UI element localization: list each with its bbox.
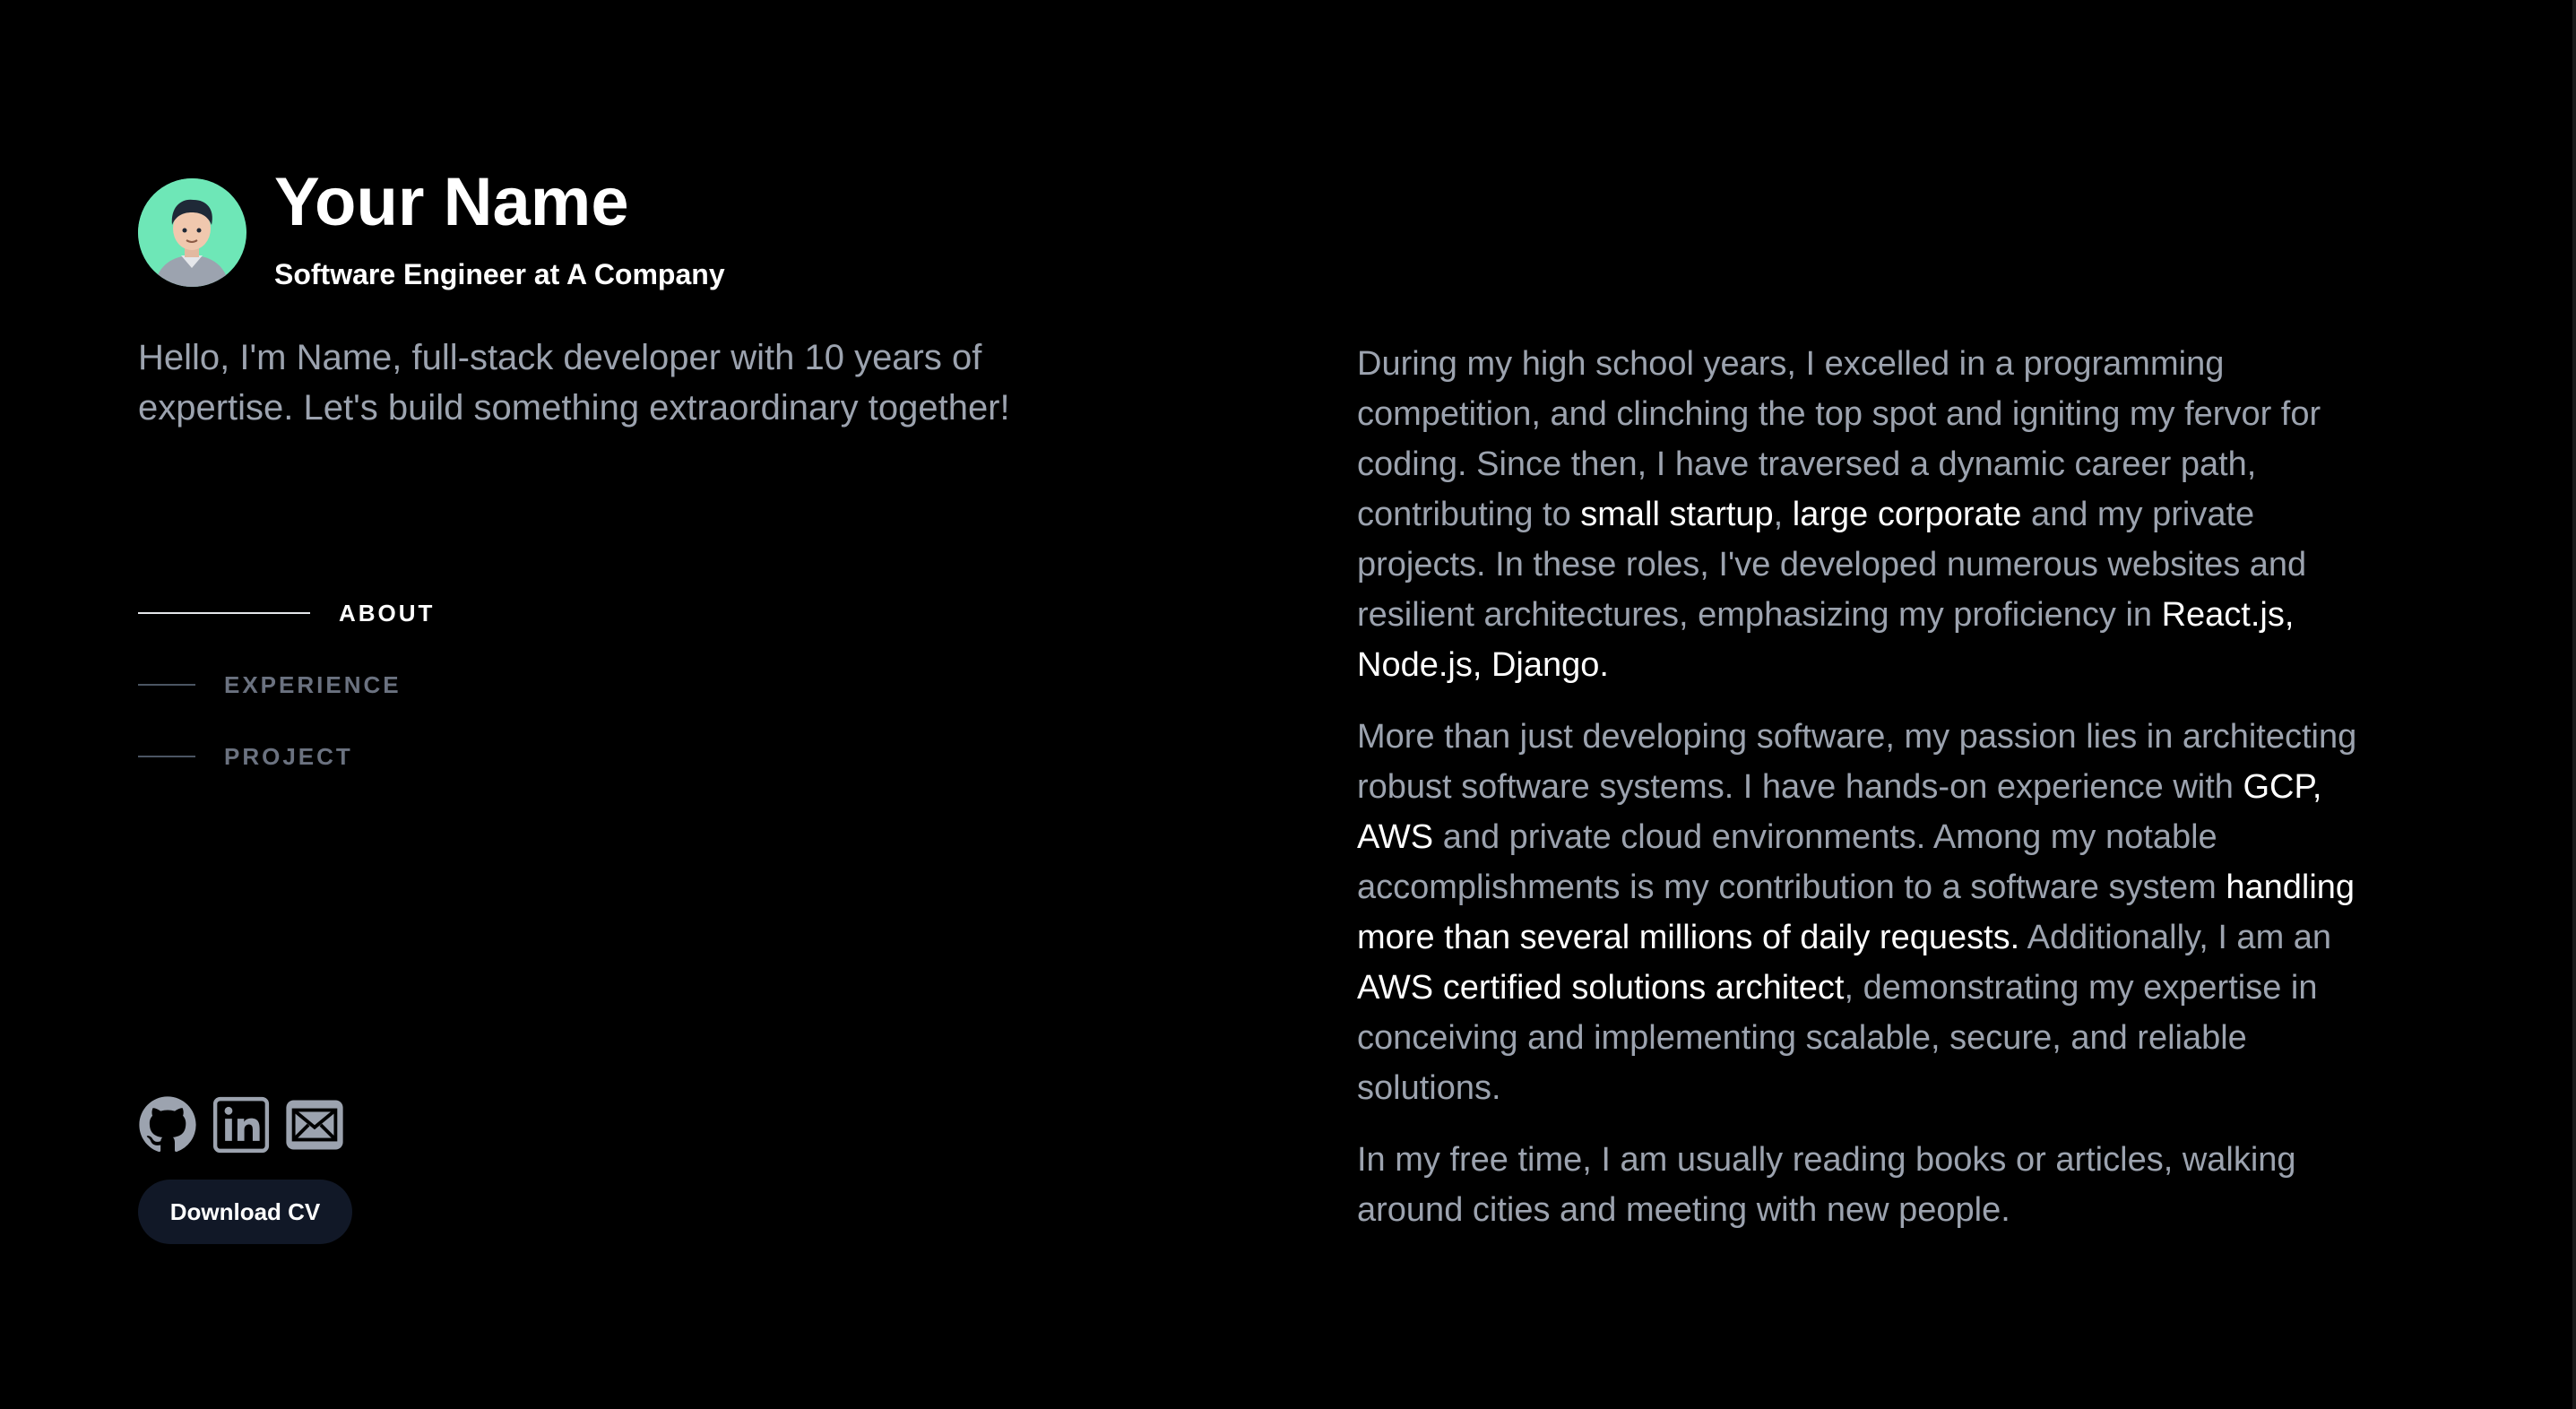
nav-item-project[interactable]: PROJECT	[138, 731, 353, 782]
about-paragraph-1: During my high school years, I excelled …	[1357, 339, 2388, 690]
profile-tagline: Hello, I'm Name, full-stack developer wi…	[138, 338, 1010, 428]
github-icon	[139, 1096, 196, 1153]
about-highlight: small startup	[1580, 496, 1774, 533]
about-paragraph-2: More than just developing software, my p…	[1357, 712, 2388, 1113]
window-edge	[2572, 0, 2576, 1409]
nav-indicator-line	[138, 612, 310, 614]
nav-item-label: EXPERIENCE	[224, 670, 402, 698]
about-section: During my high school years, I excelled …	[1357, 339, 2388, 1257]
about-text: Additionally, I am an	[2019, 919, 2332, 956]
email-icon	[286, 1100, 343, 1150]
nav-indicator-line	[138, 684, 195, 686]
download-cv-button[interactable]: Download CV	[138, 1180, 352, 1244]
avatar	[138, 178, 246, 287]
nav-indicator-line	[138, 756, 195, 757]
about-text: ,	[1773, 496, 1793, 533]
social-links	[138, 1095, 344, 1154]
nav-item-label: PROJECT	[224, 742, 353, 770]
about-highlight: large corporate	[1792, 496, 2022, 533]
email-link[interactable]	[285, 1095, 344, 1154]
about-paragraph-3: In my free time, I am usually reading bo…	[1357, 1135, 2388, 1235]
profile-role: Software Engineer at A Company	[274, 258, 725, 290]
avatar-illustration	[138, 178, 246, 287]
nav-item-label: ABOUT	[339, 599, 436, 627]
linkedin-link[interactable]	[212, 1095, 271, 1154]
profile-column: Your Name Software Engineer at A Company…	[138, 0, 1214, 1409]
profile-name: Your Name	[274, 164, 629, 240]
github-link[interactable]	[138, 1095, 197, 1154]
nav-item-about[interactable]: ABOUT	[138, 588, 435, 638]
about-text: More than just developing software, my p…	[1357, 718, 2357, 806]
about-text: In my free time, I am usually reading bo…	[1357, 1141, 2296, 1229]
about-text: and private cloud environments. Among my…	[1357, 818, 2226, 906]
about-highlight: AWS certified solutions architect	[1357, 969, 1845, 1007]
linkedin-icon	[212, 1096, 270, 1154]
nav-item-experience[interactable]: EXPERIENCE	[138, 660, 402, 710]
